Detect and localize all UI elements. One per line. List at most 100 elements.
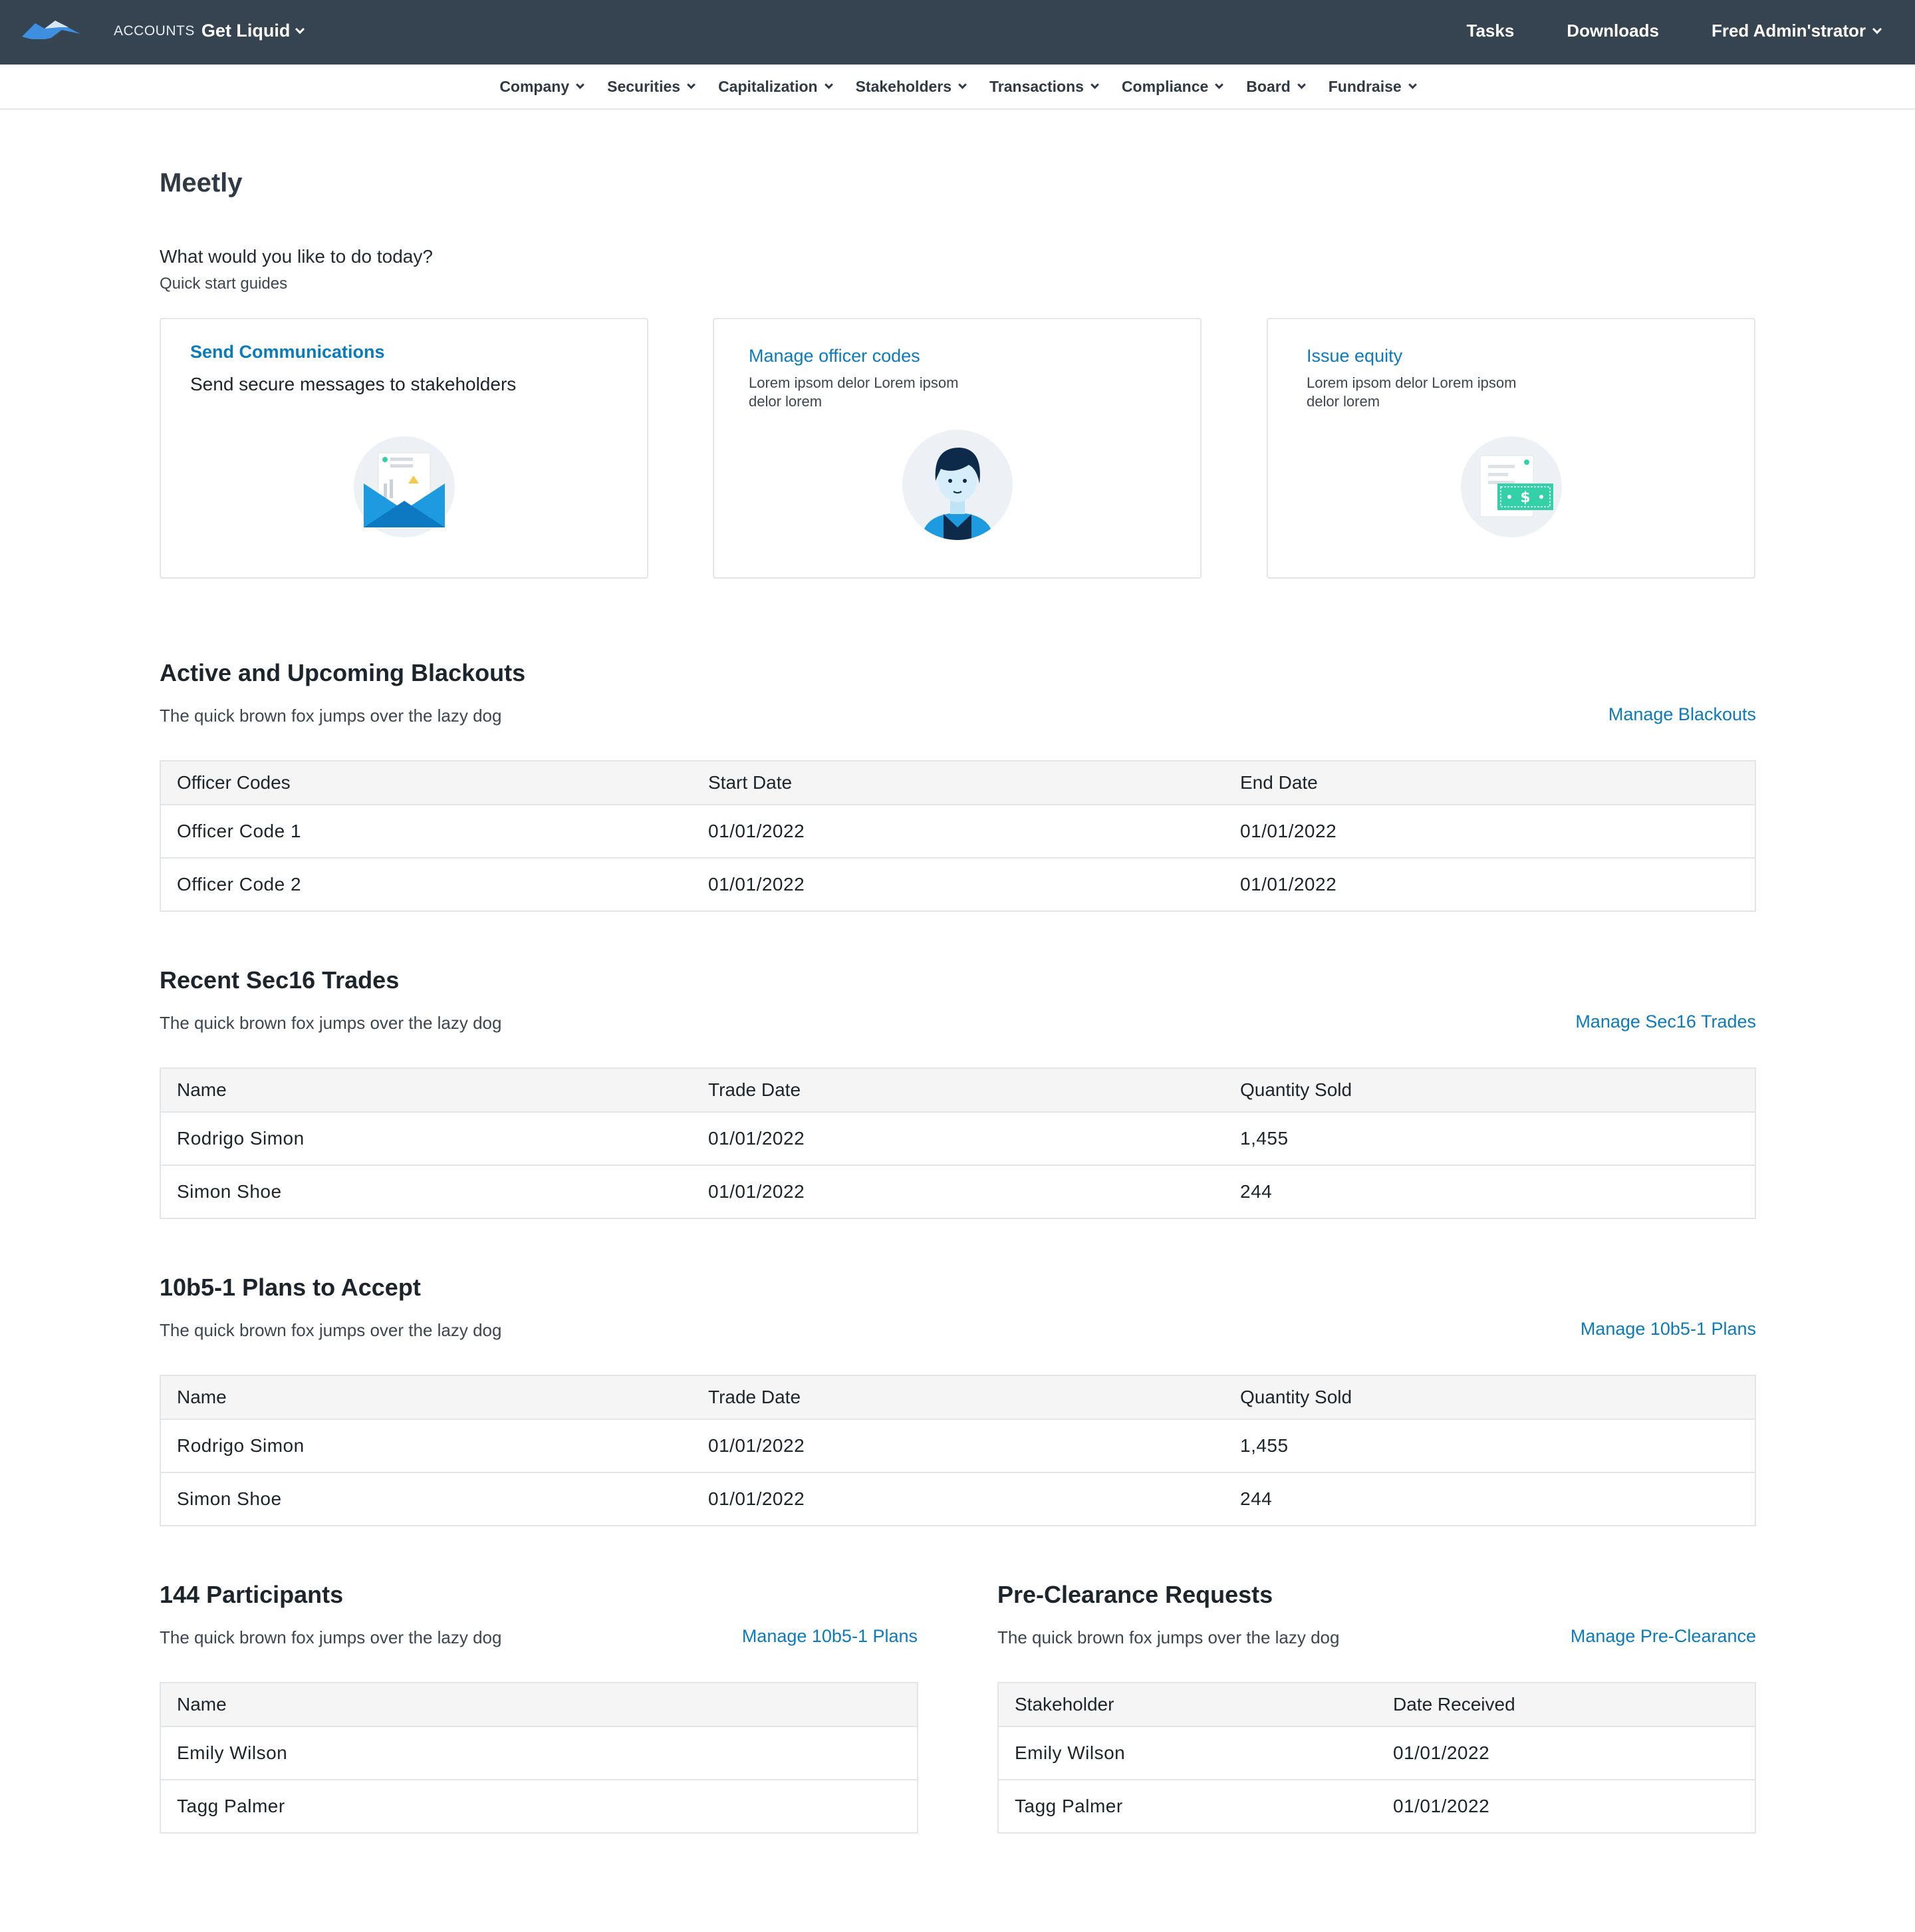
participants-title: 144 Participants [160,1581,344,1608]
card-title[interactable]: Send Communications [190,342,385,362]
nav-compliance[interactable]: Compliance [1121,77,1224,96]
officer-avatar-icon [902,430,1013,540]
prompt-heading: What would you like to do today? [160,246,433,267]
table-cell: 01/01/2022 [1240,874,1337,895]
table-row[interactable]: Rodrigo Simon 01/01/2022 1,455 [160,1419,1755,1473]
tasks-link[interactable]: Tasks [1467,21,1515,41]
user-menu[interactable]: Fred Admin'strator [1712,21,1882,41]
column-header[interactable]: End Date [1224,761,1755,805]
table-cell: Rodrigo Simon [160,1419,692,1473]
card-send-communications[interactable]: Send Communications Send secure messages… [160,318,648,579]
brand-logo-icon[interactable] [22,19,80,39]
table-row[interactable]: Officer Code 1 01/01/2022 01/01/2022 [160,805,1755,859]
preclearance-title: Pre-Clearance Requests [997,1581,1273,1608]
table-cell: 01/01/2022 [692,805,1224,859]
manage-participants-link[interactable]: Manage 10b5-1 Plans [726,1626,918,1647]
table-cell: 01/01/2022 [692,1419,1224,1473]
account-name[interactable]: Get Liquid [201,21,290,41]
column-header[interactable]: Date Received [1377,1683,1755,1727]
chevron-down-icon [824,80,833,89]
column-header[interactable]: Name [160,1683,918,1727]
table-cell: 1,455 [1224,1112,1755,1166]
page-title: Meetly [160,168,243,198]
column-header[interactable]: Officer Codes [160,761,692,805]
participants-table: Name Emily Wilson Tagg Palmer [160,1682,918,1834]
table-cell: 1,455 [1224,1419,1755,1473]
nav-label: Compliance [1121,77,1209,95]
nav-company[interactable]: Company [499,77,584,96]
section-nav: Company Securities Capitalization Stakeh… [0,65,1915,110]
manage-sec16-link[interactable]: Manage Sec16 Trades [1575,1012,1756,1032]
card-title[interactable]: Manage officer codes [749,346,920,366]
plans-subtitle: The quick brown fox jumps over the lazy … [160,1320,502,1340]
participants-subtitle: The quick brown fox jumps over the lazy … [160,1627,502,1647]
cash-document-icon: $ [1460,436,1562,537]
nav-label: Stakeholders [855,77,952,95]
nav-securities[interactable]: Securities [607,77,696,96]
nav-label: Transactions [989,77,1084,95]
downloads-link[interactable]: Downloads [1567,21,1659,41]
column-header[interactable]: Quantity Sold [1224,1375,1755,1420]
table-header-row: Name Trade Date Quantity Sold [160,1375,1755,1420]
nav-stakeholders[interactable]: Stakeholders [855,77,967,96]
card-manage-officer-codes[interactable]: Manage officer codes Lorem ipsom delor L… [713,318,1202,579]
table-row[interactable]: Tagg Palmer [160,1780,918,1833]
card-description: Lorem ipsom delor Lorem ipsom delor lore… [749,374,959,410]
plans-table: Name Trade Date Quantity Sold Rodrigo Si… [160,1375,1756,1526]
column-header[interactable]: Stakeholder [998,1683,1377,1727]
chevron-down-icon[interactable] [295,24,305,34]
column-header[interactable]: Name [160,1068,692,1113]
manage-preclearance-link[interactable]: Manage Pre-Clearance [1571,1626,1756,1647]
table-row[interactable]: Rodrigo Simon 01/01/2022 1,455 [160,1112,1755,1166]
card-title[interactable]: Issue equity [1307,346,1402,366]
table-cell: 01/01/2022 [1393,1796,1490,1816]
chevron-down-icon [576,80,584,89]
column-header[interactable]: Quantity Sold [1224,1068,1755,1113]
column-header[interactable]: Trade Date [692,1375,1224,1420]
account-switcher[interactable]: ACCOUNTS Get Liquid [114,21,305,41]
table-header-row: Name [160,1683,918,1727]
chevron-down-icon [1297,80,1306,89]
blackouts-table: Officer Codes Start Date End Date Office… [160,760,1756,912]
plans-title: 10b5-1 Plans to Accept [160,1274,421,1301]
account-label: ACCOUNTS [114,23,195,39]
table-cell: 01/01/2022 [1224,805,1755,859]
preclearance-subtitle: The quick brown fox jumps over the lazy … [997,1627,1340,1647]
table-cell: Tagg Palmer [1015,1796,1123,1816]
column-header[interactable]: Name [160,1375,692,1420]
table-cell: 244 [1240,1181,1273,1202]
table-row[interactable]: Simon Shoe 01/01/2022 244 [160,1165,1755,1218]
card-issue-equity[interactable]: Issue equity Lorem ipsom delor Lorem ips… [1267,318,1755,579]
chevron-down-icon [1872,24,1882,34]
card-description: Send secure messages to stakeholders [190,374,517,394]
table-cell: 01/01/2022 [1377,1726,1755,1780]
table-row[interactable]: Emily Wilson 01/01/2022 [998,1726,1755,1780]
nav-label: Securities [607,77,681,95]
sec16-table: Name Trade Date Quantity Sold Rodrigo Si… [160,1067,1756,1219]
chevron-down-icon [1090,80,1099,89]
nav-label: Fundraise [1328,77,1402,95]
table-row[interactable]: Tagg Palmer 01/01/2022 [998,1780,1755,1833]
table-row[interactable]: Officer Code 2 01/01/2022 01/01/2022 [160,858,1755,911]
nav-board[interactable]: Board [1246,78,1306,96]
manage-blackouts-link[interactable]: Manage Blackouts [1608,704,1756,725]
nav-transactions[interactable]: Transactions [989,77,1099,96]
table-row[interactable]: Emily Wilson [160,1726,918,1780]
nav-label: Capitalization [718,77,818,95]
column-header[interactable]: Trade Date [692,1068,1224,1113]
top-nav: Tasks Downloads Fred Admin'strator [1414,21,1882,41]
table-cell: Emily Wilson [998,1726,1377,1780]
column-header[interactable]: Start Date [692,761,1224,805]
manage-plans-link[interactable]: Manage 10b5-1 Plans [1581,1319,1756,1339]
table-cell: 244 [1240,1488,1273,1509]
sec16-subtitle: The quick brown fox jumps over the lazy … [160,1013,502,1033]
chevron-down-icon [958,80,967,89]
chevron-down-icon [1215,80,1224,89]
table-header-row: Officer Codes Start Date End Date [160,761,1755,805]
nav-capitalization[interactable]: Capitalization [718,77,833,96]
nav-fundraise[interactable]: Fundraise [1328,77,1417,96]
table-cell: 01/01/2022 [692,1112,1224,1166]
table-row[interactable]: Simon Shoe 01/01/2022 244 [160,1472,1755,1526]
chevron-down-icon [1408,80,1417,89]
nav-label: Company [499,77,570,95]
